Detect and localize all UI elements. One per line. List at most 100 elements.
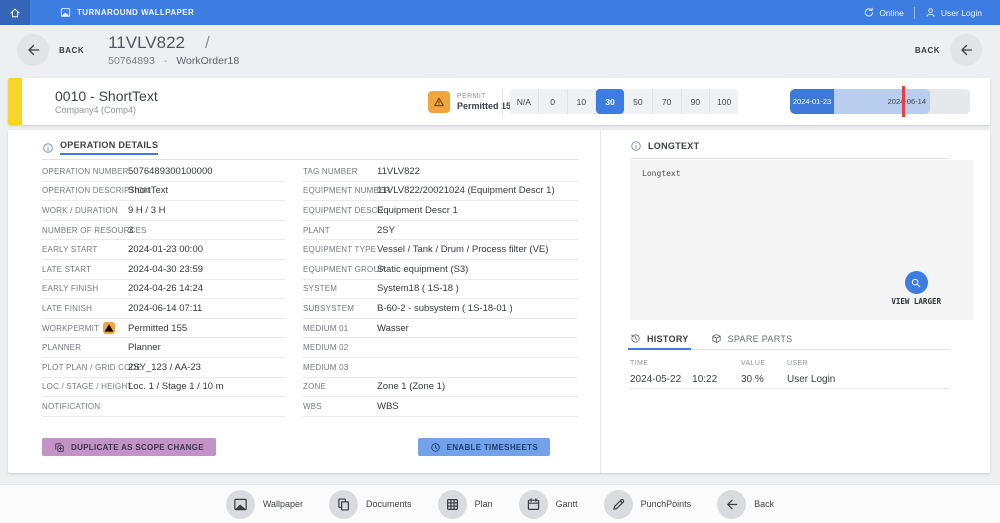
date-start-chip[interactable]: 2024-01-23 <box>790 89 834 114</box>
page-title: 11VLV822 / <box>108 33 239 53</box>
progress-option-10[interactable]: 10 <box>568 89 597 114</box>
progress-option-90[interactable]: 90 <box>682 89 711 114</box>
cube-icon <box>711 333 722 344</box>
back-button[interactable] <box>17 34 49 66</box>
date-range-band[interactable]: 2024-06-14 <box>834 89 930 114</box>
field-row-medium-01: MEDIUM 01Wasser <box>303 319 578 339</box>
operation-details-panel: OPERATION DETAILS OPERATION NUMBER507648… <box>8 130 600 473</box>
toolbar-back-button[interactable]: Back <box>717 490 774 519</box>
field-value: Permitted 155 <box>128 323 187 334</box>
info-icon <box>42 142 54 154</box>
tab-history[interactable]: HISTORY <box>630 333 689 344</box>
duplicate-icon <box>54 442 65 453</box>
progress-option-70[interactable]: 70 <box>653 89 682 114</box>
field-label: WBS <box>303 402 377 411</box>
toolbar-punchpoints-button[interactable]: PunchPoints <box>604 490 692 519</box>
field-label: EQUIPMENT DESCR. <box>303 206 377 215</box>
field-row-plot-plan-grid-code: PLOT PLAN / GRID CODE2SY_123 / AA-23 <box>42 358 285 378</box>
back-arrow-icon-right <box>958 42 974 58</box>
status-color-strip <box>8 78 22 125</box>
field-row-planner: PLANNERPlanner <box>42 338 285 358</box>
warning-icon <box>433 96 445 108</box>
field-row-work-duration: WORK / DURATION9 H / 3 H <box>42 201 285 221</box>
permit-value: Permitted 155 <box>457 101 516 111</box>
nav-left: BACK 11VLV822 / 50764893 - WorkOrder18 <box>17 33 239 67</box>
duplicate-button-label: DUPLICATE AS SCOPE CHANGE <box>71 443 204 452</box>
field-row-early-start: EARLY START2024-01-23 00:00 <box>42 240 285 260</box>
field-label: WORK / DURATION <box>42 206 128 215</box>
progress-option-50[interactable]: 50 <box>624 89 653 114</box>
field-row-loc-stage-height: LOC / STAGE / HEIGHTLoc. 1 / Stage 1 / 1… <box>42 378 285 398</box>
field-label: OPERATION NUMBER <box>42 167 128 176</box>
enable-timesheets-button[interactable]: ENABLE TIMESHEETS <box>418 438 550 456</box>
tab-spare-parts[interactable]: SPARE PARTS <box>711 333 793 344</box>
field-label: NOTIFICATION <box>42 402 128 411</box>
back-button-right[interactable] <box>950 34 982 66</box>
toolbar-wallpaper-button[interactable]: Wallpaper <box>226 490 303 519</box>
col-value: VALUE <box>741 360 787 367</box>
date-range-slider[interactable]: 2024-01-23 2024-06-14 <box>790 89 970 114</box>
operation-header-card: 0010 - ShortText Company4 (Comp4) PERMIT… <box>8 78 990 125</box>
field-value: System18 ( 1S-18 ) <box>377 283 459 294</box>
field-value: B-60-2 - subsystem ( 1S-18-01 ) <box>377 303 513 314</box>
history-user: User Login <box>787 374 950 385</box>
details-actions: DUPLICATE AS SCOPE CHANGE ENABLE TIMESHE… <box>42 438 575 456</box>
progress-option-30[interactable]: 30 <box>596 89 624 114</box>
field-value: 3 <box>128 225 133 236</box>
field-row-wbs: WBSWBS <box>303 397 578 417</box>
operation-title-block: 0010 - ShortText Company4 (Comp4) <box>55 88 158 115</box>
toolbar-plan-button[interactable]: Plan <box>438 490 493 519</box>
field-label: NUMBER OF RESOURCES <box>42 226 128 235</box>
field-row-subsystem: SUBSYSTEMB-60-2 - subsystem ( 1S-18-01 ) <box>303 299 578 319</box>
duplicate-scope-change-button[interactable]: DUPLICATE AS SCOPE CHANGE <box>42 438 216 456</box>
longtext-content[interactable]: Longtext VIEW LARGER <box>630 160 973 320</box>
user-icon <box>925 7 936 18</box>
field-label: OPERATION DESCRIPTION <box>42 186 128 195</box>
top-bar-right: Online User Login <box>863 7 1000 19</box>
field-label: PLANNER <box>42 343 128 352</box>
field-label: ZONE <box>303 382 377 391</box>
header-divider <box>502 88 503 115</box>
field-row-early-finish: EARLY FINISH2024-04-26 14:24 <box>42 280 285 300</box>
toolbar-label: Back <box>754 499 774 509</box>
operation-company: Company4 (Comp4) <box>55 105 158 115</box>
field-row-tag-number: TAG NUMBER11VLV822 <box>303 162 578 182</box>
top-bar: TURNAROUND WALLPAPER Online User Login <box>0 0 1000 25</box>
field-value: Planner <box>128 342 161 353</box>
history-row: 2024-05-2210:2230 %User Login <box>630 371 950 389</box>
field-row-plant: PLANT2SY <box>303 221 578 241</box>
current-date-marker[interactable] <box>902 86 905 117</box>
gantt-icon <box>526 497 541 512</box>
field-row-equipment-descr-: EQUIPMENT DESCR.Equipment Descr 1 <box>303 201 578 221</box>
history-table: TIME VALUE USER 2024-05-2210:2230 %User … <box>630 355 950 389</box>
col-user: USER <box>787 360 950 367</box>
field-row-workpermit: WORKPERMITPermitted 155 <box>42 319 285 339</box>
progress-option-n-a[interactable]: N/A <box>510 89 539 114</box>
history-rows: 2024-05-2210:2230 %User Login <box>630 371 950 389</box>
main-card: OPERATION DETAILS OPERATION NUMBER507648… <box>8 130 990 473</box>
order-separator: - <box>164 55 168 67</box>
progress-option-0[interactable]: 0 <box>539 89 568 114</box>
user-login[interactable]: User Login <box>925 7 982 18</box>
progress-option-100[interactable]: 100 <box>710 89 738 114</box>
toolbar-documents-button[interactable]: Documents <box>329 490 412 519</box>
arrow-left-icon <box>724 497 739 512</box>
app-window: TURNAROUND WALLPAPER Online User Login B… <box>0 0 1000 523</box>
wallpaper-icon <box>60 7 71 18</box>
view-larger-button[interactable] <box>905 271 928 294</box>
title-separator: / <box>205 33 210 53</box>
home-button[interactable] <box>0 0 30 25</box>
permit-warning-chip <box>428 91 450 113</box>
toolbar-gantt-button[interactable]: Gantt <box>519 490 578 519</box>
field-label: MEDIUM 02 <box>303 343 377 352</box>
wallpaper-icon <box>233 497 248 512</box>
field-row-late-finish: LATE FINISH2024-06-14 07:11 <box>42 299 285 319</box>
operation-details-title: OPERATION DETAILS <box>60 140 158 155</box>
progress-selector: N/A01030507090100 <box>510 89 738 114</box>
online-status[interactable]: Online <box>863 7 904 18</box>
nav-bar: BACK 11VLV822 / 50764893 - WorkOrder18 B… <box>0 25 1000 75</box>
field-value: 9 H / 3 H <box>128 205 166 216</box>
operation-details-header: OPERATION DETAILS <box>42 140 578 160</box>
online-label: Online <box>879 8 904 18</box>
field-value: 5076489300100000 <box>128 166 213 177</box>
